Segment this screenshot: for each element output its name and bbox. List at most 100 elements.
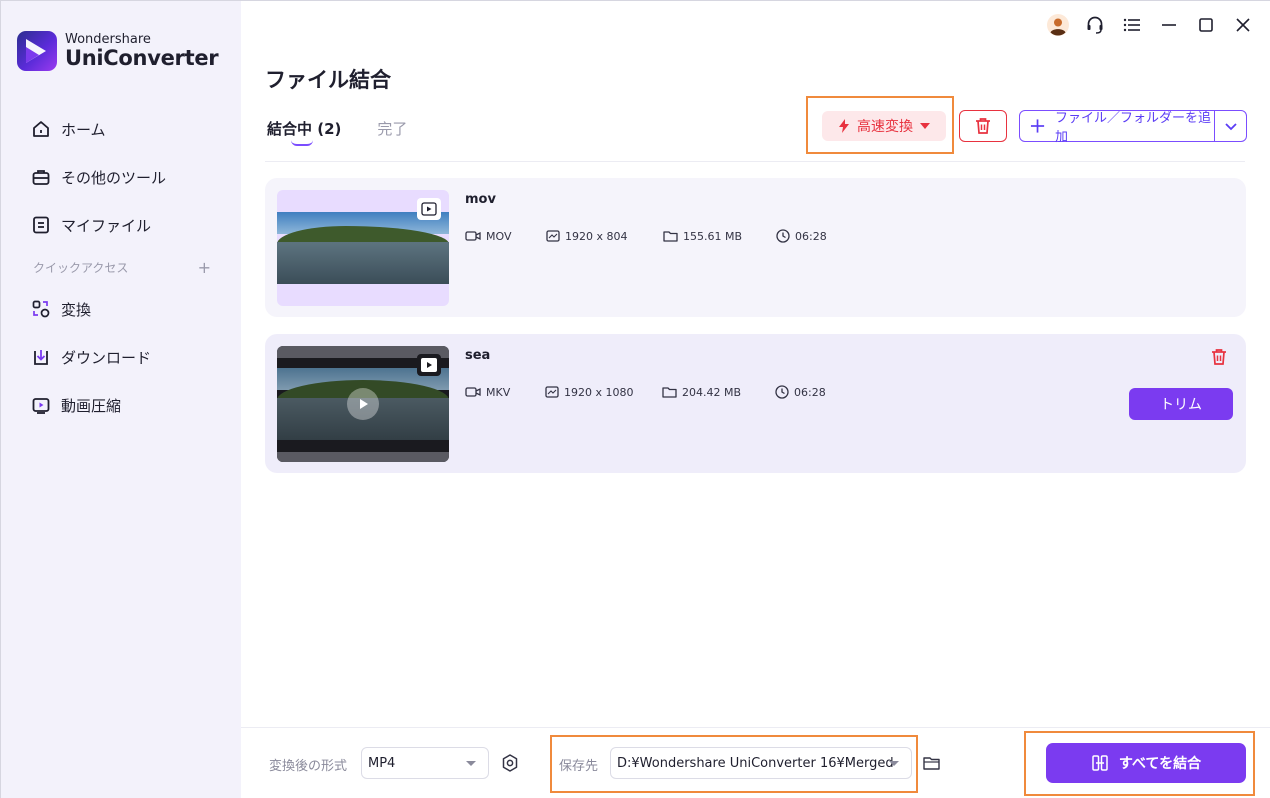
sidebar-item-compress[interactable]: 動画圧縮: [1, 381, 241, 429]
sidebar: Wondershare UniConverter ホーム その他のツール マイフ…: [1, 1, 241, 798]
open-folder-button[interactable]: [921, 753, 943, 773]
trash-icon: [976, 118, 990, 134]
plus-icon: [1030, 119, 1045, 133]
file-meta: MOV 1920 x 804 155.61 MB 06:28: [465, 229, 827, 243]
uniconverter-logo-icon: [17, 31, 57, 71]
my-files-icon: [31, 215, 51, 235]
sidebar-item-download[interactable]: ダウンロード: [1, 333, 241, 381]
meta-format: MKV: [465, 386, 545, 399]
save-location-label: 保存先: [559, 759, 599, 774]
sidebar-item-tools[interactable]: その他のツール: [1, 153, 241, 201]
sidebar-item-label: 動画圧縮: [61, 396, 122, 415]
file-name: sea: [465, 348, 491, 363]
meta-duration: 06:28: [776, 229, 827, 243]
support-button[interactable]: [1076, 11, 1113, 39]
save-location-value: D:¥Wondershare UniConverter 16¥Merged: [617, 755, 894, 771]
file-card[interactable]: mov MOV 1920 x 804 155.61 MB 06:28: [265, 178, 1246, 317]
sidebar-nav: ホーム その他のツール マイファイル クイックアクセス + 変換 ダウンロード …: [1, 105, 241, 429]
meta-resolution: 1920 x 804: [546, 230, 663, 243]
sidebar-item-home[interactable]: ホーム: [1, 105, 241, 153]
app-window: Wondershare UniConverter ホーム その他のツール マイフ…: [0, 0, 1270, 798]
sidebar-item-label: その他のツール: [61, 168, 167, 187]
caret-down-icon: [889, 761, 899, 766]
main-panel: ファイル結合 結合中 (2) 完了 高速変換 ファイル／フォルダーを追加 mov…: [241, 1, 1270, 798]
minimize-button[interactable]: [1150, 11, 1187, 39]
add-files-button[interactable]: ファイル／フォルダーを追加: [1020, 111, 1215, 145]
settings-icon: [502, 754, 518, 772]
compress-icon: [31, 395, 51, 415]
output-format-label: 変換後の形式: [269, 759, 348, 774]
sidebar-item-label: 変換: [61, 300, 92, 319]
maximize-icon: [1198, 18, 1213, 32]
close-button[interactable]: [1224, 11, 1261, 39]
sidebar-item-label: マイファイル: [61, 216, 152, 235]
brand-name: Wondershare: [65, 32, 151, 47]
page-title: ファイル結合: [265, 68, 391, 92]
resolution-icon: [545, 386, 559, 398]
merge-all-label: すべてを結合: [1118, 756, 1202, 772]
meta-format: MOV: [465, 230, 546, 243]
video-camera-icon: [465, 387, 481, 397]
folder-icon: [662, 387, 677, 398]
menu-button[interactable]: [1113, 11, 1150, 39]
clock-icon: [776, 229, 790, 243]
video-thumbnail[interactable]: [277, 346, 449, 462]
format-settings-button[interactable]: [499, 752, 521, 774]
trash-icon: [1212, 349, 1226, 365]
download-icon: [31, 347, 51, 367]
clock-icon: [775, 385, 789, 399]
tab-merging[interactable]: 結合中 (2): [267, 118, 342, 146]
caret-down-icon: [466, 761, 476, 766]
active-tab-indicator: [291, 140, 313, 146]
close-icon: [1235, 18, 1250, 32]
tab-bar: 結合中 (2) 完了: [267, 118, 407, 146]
video-camera-icon: [465, 231, 481, 241]
merge-icon: [1092, 755, 1108, 771]
header-divider: [265, 161, 1245, 162]
meta-size: 204.42 MB: [662, 386, 775, 399]
product-name: UniConverter: [65, 46, 219, 70]
avatar-icon: [1046, 14, 1069, 36]
trim-button[interactable]: トリム: [1129, 388, 1233, 420]
meta-size: 155.61 MB: [663, 230, 776, 243]
tab-label: 結合中 (2): [267, 120, 342, 138]
add-quick-access-button[interactable]: +: [198, 258, 211, 277]
video-badge-icon: [417, 354, 441, 376]
menu-icon: [1123, 18, 1140, 32]
account-button[interactable]: [1039, 11, 1076, 39]
output-format-value: MP4: [368, 755, 396, 771]
home-icon: [31, 119, 51, 139]
add-options-dropdown[interactable]: [1215, 111, 1246, 141]
save-location-select[interactable]: D:¥Wondershare UniConverter 16¥Merged: [610, 747, 912, 779]
add-files-label: ファイル／フォルダーを追加: [1055, 111, 1212, 145]
add-files-button-group: ファイル／フォルダーを追加: [1019, 110, 1247, 145]
headset-icon: [1087, 16, 1102, 34]
quick-access-label: クイックアクセス: [33, 260, 129, 275]
meta-resolution: 1920 x 1080: [545, 386, 662, 399]
quick-access-header: クイックアクセス +: [1, 249, 241, 285]
file-card[interactable]: sea MKV 1920 x 1080 204.42 MB 06:28 トリム: [265, 334, 1246, 473]
sidebar-item-myfiles[interactable]: マイファイル: [1, 201, 241, 249]
footer-bar: 変換後の形式 MP4 保存先 D:¥Wondershare UniConvert…: [241, 727, 1270, 798]
maximize-button[interactable]: [1187, 11, 1224, 39]
caret-down-icon: [920, 123, 930, 129]
speed-label: 高速変換: [857, 119, 913, 135]
play-button-icon[interactable]: [347, 388, 379, 420]
sidebar-item-label: ダウンロード: [61, 348, 152, 367]
lightning-icon: [839, 119, 849, 133]
high-speed-conversion-button[interactable]: 高速変換: [822, 111, 946, 141]
minimize-icon: [1161, 24, 1176, 26]
output-format-select[interactable]: MP4: [361, 747, 489, 779]
video-thumbnail[interactable]: [277, 190, 449, 306]
sidebar-item-convert[interactable]: 変換: [1, 285, 241, 333]
tab-completed[interactable]: 完了: [377, 118, 407, 139]
merge-all-button[interactable]: すべてを結合: [1046, 743, 1246, 783]
chevron-down-icon: [1224, 123, 1237, 131]
delete-file-button[interactable]: [1211, 348, 1229, 366]
toolbox-icon: [31, 167, 51, 187]
video-badge-icon: [417, 198, 441, 220]
meta-duration: 06:28: [775, 385, 826, 399]
file-name: mov: [465, 192, 496, 207]
delete-all-button[interactable]: [959, 110, 1007, 142]
resolution-icon: [546, 230, 560, 242]
